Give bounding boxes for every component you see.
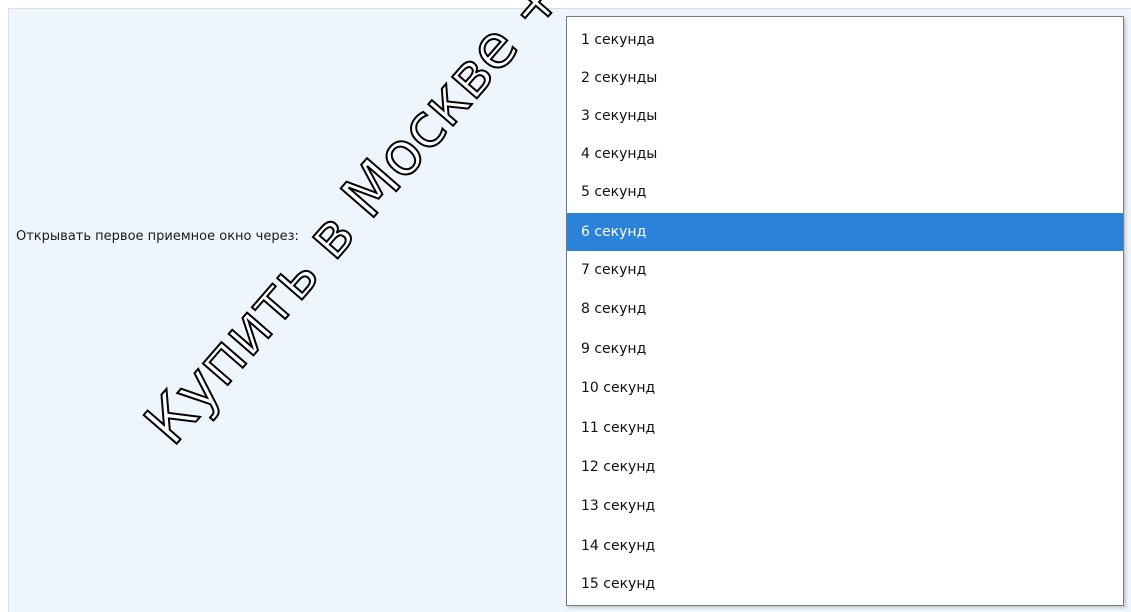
dropdown-option[interactable]: 12 секунд (567, 448, 1123, 486)
dropdown-option[interactable]: 8 секунд (567, 290, 1123, 328)
screen: Открывать первое приемное окно через: 1 … (0, 0, 1131, 612)
dropdown-option[interactable]: 2 секунды (567, 59, 1123, 97)
dropdown-option[interactable]: 15 секунд (567, 565, 1123, 603)
dropdown-option[interactable]: 7 секунд (567, 251, 1123, 289)
dropdown-option[interactable]: 10 секунд (567, 369, 1123, 407)
dropdown-option[interactable]: 5 секунд (567, 173, 1123, 211)
dropdown-option[interactable]: 14 секунд (567, 527, 1123, 565)
dropdown-option[interactable]: 1 секунда (567, 21, 1123, 59)
delay-dropdown-list[interactable]: 1 секунда 2 секунды 3 секунды 4 секунды … (566, 16, 1124, 606)
dropdown-option[interactable]: 3 секунды (567, 97, 1123, 135)
dropdown-option[interactable]: 13 секунд (567, 487, 1123, 525)
open-window-delay-label: Открывать первое приемное окно через: (16, 229, 299, 244)
dropdown-option[interactable]: 4 секунды (567, 135, 1123, 173)
dropdown-option[interactable]: 9 секунд (567, 330, 1123, 368)
dropdown-option-selected[interactable]: 6 секунд (567, 213, 1123, 251)
dropdown-option[interactable]: 11 секунд (567, 409, 1123, 447)
